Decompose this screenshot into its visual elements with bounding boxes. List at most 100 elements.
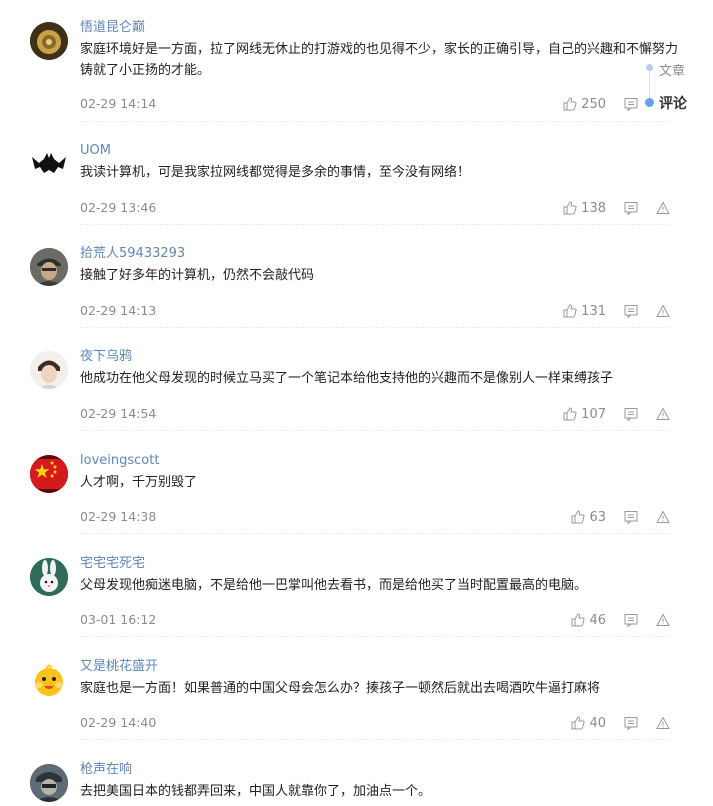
reply-icon (624, 717, 638, 730)
comment-time: 02-29 13:46 (80, 200, 157, 215)
like-button[interactable]: 40 (571, 716, 606, 731)
comment-item: loveingscott 人才啊，千万别毁了 02-29 14:38 63 (30, 453, 670, 534)
divider (80, 739, 670, 740)
reply-icon (624, 511, 638, 524)
username[interactable]: 拾荒人59433293 (80, 246, 185, 262)
report-button[interactable] (656, 716, 670, 730)
thumbs-up-icon (571, 613, 586, 627)
divider (80, 327, 670, 328)
report-button[interactable] (656, 407, 670, 421)
warning-icon (656, 510, 670, 523)
like-count: 131 (581, 303, 606, 319)
avatar[interactable] (30, 558, 68, 596)
like-button[interactable]: 46 (571, 613, 606, 628)
comment-actions: 63 (571, 508, 670, 526)
like-button[interactable]: 250 (563, 97, 606, 112)
comment-item: UOM 我读计算机，可是我家拉网线都觉得是多余的事情，至今没有网络！ 02-29… (30, 143, 670, 225)
young-man-icon (30, 351, 68, 389)
thumbs-up-icon (563, 407, 577, 421)
comment-item: 悟道昆仑巅 家庭环境好是一方面，拉了网线无休止的打游戏的也见得不少，家长的正确引… (30, 20, 678, 122)
warning-icon (656, 304, 670, 317)
comment-actions: 131 (563, 302, 670, 320)
avatar[interactable] (30, 22, 68, 60)
soldier-icon (30, 764, 68, 802)
username[interactable]: 宅宅宅死宅 (80, 556, 145, 572)
username[interactable]: loveingscott (80, 453, 159, 469)
comment-text: 人才啊，千万别毁了 (80, 475, 198, 490)
comment-actions: 138 (563, 199, 670, 217)
reply-icon (624, 614, 638, 627)
like-button[interactable]: 131 (563, 304, 606, 319)
reply-icon (624, 202, 638, 215)
divider (80, 121, 670, 122)
report-button[interactable] (656, 304, 670, 318)
report-button[interactable] (656, 510, 670, 524)
avatar[interactable] (30, 455, 68, 493)
username[interactable]: 夜下乌鸦 (80, 349, 132, 365)
comment-time: 02-29 14:54 (80, 406, 157, 421)
report-button[interactable] (656, 613, 670, 627)
like-count: 107 (581, 406, 606, 422)
reply-button[interactable] (624, 407, 638, 421)
comment-text: 父母发现他痴迷电脑，不是给他一巴掌叫他去看书，而是给他买了当时配置最高的电脑。 (80, 578, 588, 593)
username[interactable]: 悟道昆仑巅 (80, 20, 145, 36)
white-rabbit-icon (30, 558, 68, 596)
comment-time: 03-01 16:12 (80, 612, 157, 627)
thumbs-up-icon (571, 716, 586, 730)
reply-icon (624, 408, 638, 421)
username[interactable]: 枪声在响 (80, 762, 132, 778)
reply-button[interactable] (624, 97, 638, 111)
comment-actions: 107 (563, 405, 670, 423)
warning-icon (656, 407, 670, 420)
divider (80, 533, 670, 534)
reply-button[interactable] (624, 716, 638, 730)
comment-actions: 46 (571, 611, 670, 629)
avatar[interactable] (30, 248, 68, 286)
black-bat-icon (32, 153, 66, 173)
avatar[interactable] (30, 764, 68, 802)
comment-item: 枪声在响 去把美国日本的钱都弄回来，中国人就靠你了，加油点一个。 (30, 762, 670, 806)
comment-text: 家庭也是一方面！如果普通的中国父母会怎么办？揍孩子一顿然后就出去喝酒吹牛逼打麻将 (80, 681, 601, 696)
comment-time: 02-29 14:14 (80, 96, 157, 111)
reply-button[interactable] (624, 304, 638, 318)
like-count: 63 (589, 509, 606, 525)
comment-text: 去把美国日本的钱都弄回来，中国人就靠你了，加油点一个。 (80, 784, 432, 799)
divider (80, 430, 670, 431)
thumbs-up-icon (563, 97, 577, 111)
warning-icon (656, 716, 670, 729)
comment-item: 夜下乌鸦 他成功在他父母发现的时候立马买了一个笔记本给他支持他的兴趣而不是像别人… (30, 349, 670, 431)
comment-item: 拾荒人59433293 接触了好多年的计算机，仍然不会敲代码 02-29 14:… (30, 246, 670, 328)
avatar[interactable] (30, 145, 68, 183)
avatar[interactable] (30, 661, 68, 699)
like-button[interactable]: 138 (563, 201, 606, 216)
divider (80, 636, 670, 637)
comment-text: 他成功在他父母发现的时候立马买了一个笔记本给他支持他的兴趣而不是像别人一样束缚孩… (80, 371, 614, 386)
comment-item: 宅宅宅死宅 父母发现他痴迷电脑，不是给他一巴掌叫他去看书，而是给他买了当时配置最… (30, 556, 670, 637)
comment-actions: 40 (571, 714, 670, 732)
comment-item: 又是桃花盛开 家庭也是一方面！如果普通的中国父母会怎么办？揍孩子一顿然后就出去喝… (30, 659, 670, 740)
gold-medallion-icon (30, 22, 68, 60)
username[interactable]: UOM (80, 143, 111, 159)
reply-button[interactable] (624, 613, 638, 627)
avatar[interactable] (30, 351, 68, 389)
man-with-cap-icon (30, 248, 68, 286)
reply-icon (624, 305, 638, 318)
comment-text: 接触了好多年的计算机，仍然不会敲代码 (80, 268, 315, 283)
china-flag-icon (30, 455, 68, 493)
like-count: 46 (589, 612, 606, 628)
thumbs-up-icon (563, 304, 577, 318)
like-button[interactable]: 63 (571, 510, 606, 525)
comment-text: 我读计算机，可是我家拉网线都觉得是多余的事情，至今没有网络！ (80, 165, 471, 180)
yellow-chick-icon (30, 661, 68, 699)
divider (80, 224, 670, 225)
comment-time: 02-29 14:13 (80, 303, 157, 318)
warning-icon (656, 201, 670, 214)
thumbs-up-icon (571, 510, 586, 524)
like-count: 138 (581, 200, 606, 216)
reply-icon (624, 98, 638, 111)
reply-button[interactable] (624, 510, 638, 524)
report-button[interactable] (656, 201, 670, 215)
username[interactable]: 又是桃花盛开 (80, 659, 158, 675)
like-button[interactable]: 107 (563, 407, 606, 422)
reply-button[interactable] (624, 201, 638, 215)
